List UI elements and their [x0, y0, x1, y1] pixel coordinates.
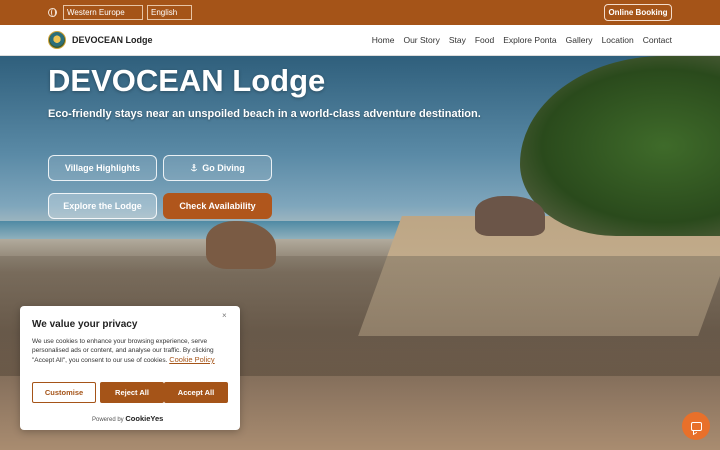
cookieyes-logo: CookieYes	[125, 414, 164, 423]
nav-home[interactable]: Home	[372, 35, 395, 45]
accept-all-button[interactable]: Accept All	[164, 382, 228, 403]
check-availability-button[interactable]: Check Availability	[163, 193, 272, 219]
customise-button[interactable]: Customise	[32, 382, 96, 403]
hero-subtitle: Eco-friendly stays near an unspoiled bea…	[48, 108, 481, 120]
check-availability-label: Check Availability	[179, 201, 256, 211]
cookie-text: We use cookies to enhance your browsing …	[32, 337, 228, 365]
reject-all-button[interactable]: Reject All	[100, 382, 164, 403]
chat-button[interactable]	[682, 412, 710, 440]
chat-icon	[690, 421, 702, 431]
brand-name[interactable]: DEVOCEAN Lodge	[72, 35, 153, 45]
village-highlights-button[interactable]: Village Highlights	[48, 155, 157, 181]
globe-icon	[48, 8, 57, 17]
language-select[interactable]: English	[147, 5, 192, 20]
region-select[interactable]: Western Europe	[63, 5, 143, 20]
hero-rock-2	[475, 196, 545, 236]
powered-by: Powered by CookieYes	[92, 414, 163, 423]
nav-contact[interactable]: Contact	[643, 35, 672, 45]
nav-explore-ponta[interactable]: Explore Ponta	[503, 35, 556, 45]
cookie-policy-link[interactable]: Cookie Policy	[169, 355, 214, 364]
go-diving-label: Go Diving	[202, 163, 245, 173]
nav-gallery[interactable]: Gallery	[566, 35, 593, 45]
cookie-title: We value your privacy	[32, 319, 138, 330]
anchor-icon	[191, 164, 198, 172]
hero-hill	[520, 56, 720, 236]
explore-lodge-button[interactable]: Explore the Lodge	[48, 193, 157, 219]
nav-food[interactable]: Food	[475, 35, 494, 45]
online-booking-button[interactable]: Online Booking	[604, 4, 672, 21]
go-diving-button[interactable]: Go Diving	[163, 155, 272, 181]
logo[interactable]	[48, 31, 66, 49]
cookie-consent-dialog: We value your privacy × We use cookies t…	[20, 306, 240, 430]
village-highlights-label: Village Highlights	[64, 163, 141, 173]
navbar: DEVOCEAN Lodge Home Our Story Stay Food …	[0, 25, 720, 56]
hero-title: DEVOCEAN Lodge	[48, 63, 326, 98]
explore-lodge-label: Explore the Lodge	[63, 201, 142, 211]
nav-location[interactable]: Location	[602, 35, 634, 45]
close-icon[interactable]: ×	[222, 311, 227, 320]
main-nav: Home Our Story Stay Food Explore Ponta G…	[363, 35, 672, 45]
nav-our-story[interactable]: Our Story	[403, 35, 439, 45]
nav-stay[interactable]: Stay	[449, 35, 466, 45]
top-bar: Western Europe English Online Booking	[0, 0, 720, 25]
powered-by-label: Powered by	[92, 417, 124, 423]
